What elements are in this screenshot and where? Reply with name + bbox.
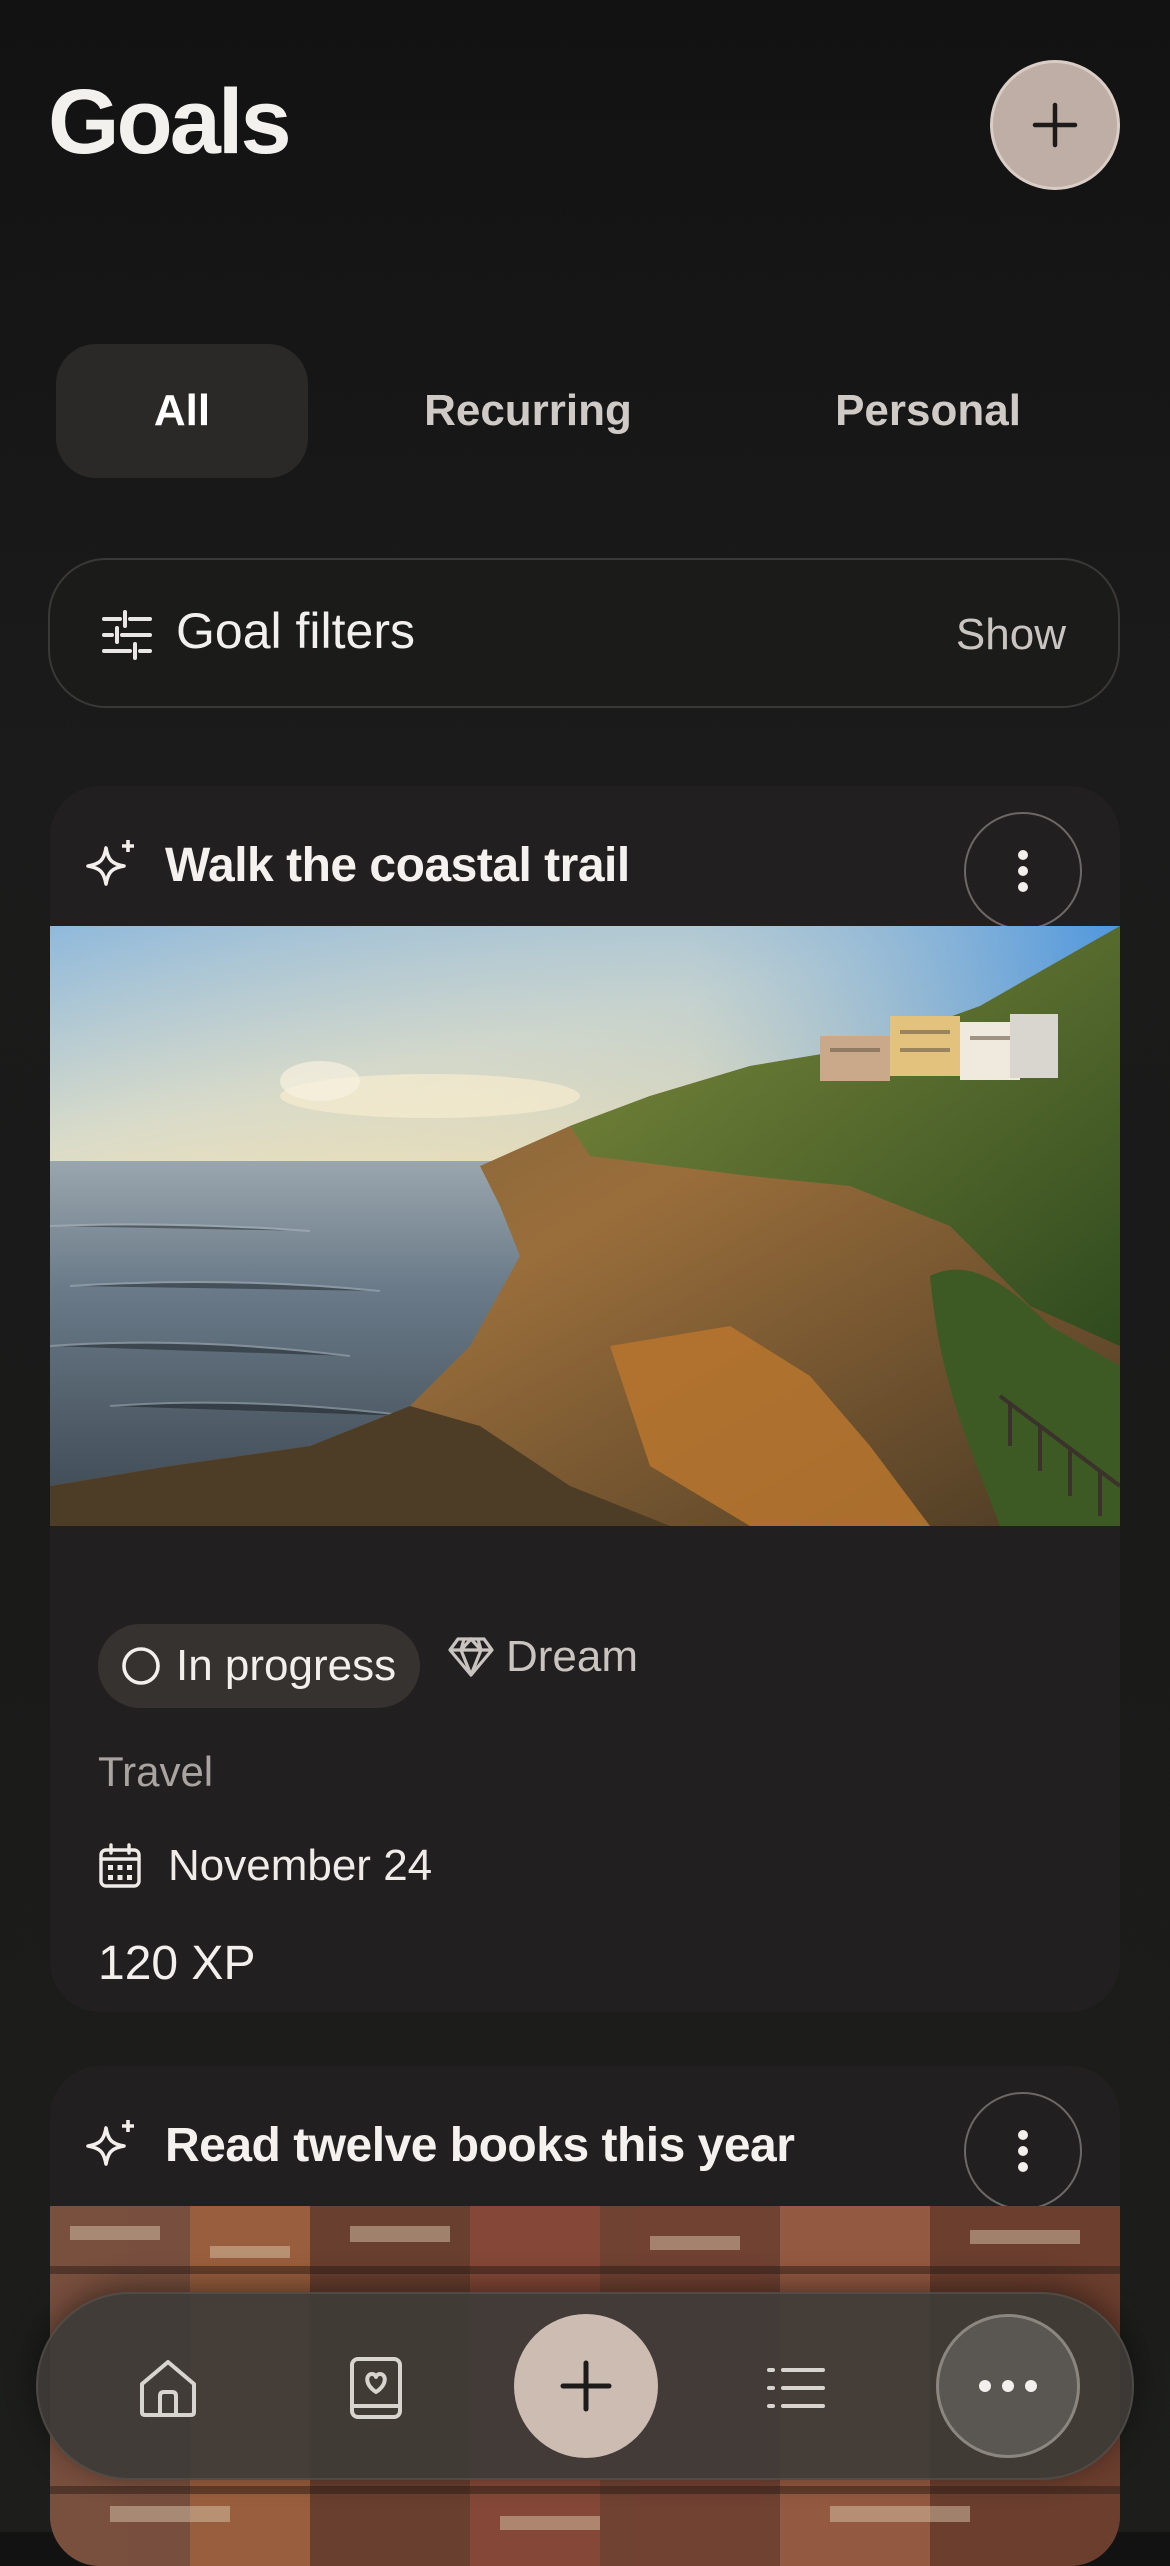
tab-personal[interactable]: Personal <box>756 344 1100 478</box>
tab-recurring[interactable]: Recurring <box>356 344 700 478</box>
plus-icon <box>560 2360 612 2412</box>
goal-options-button[interactable] <box>964 812 1082 930</box>
goal-options-button[interactable] <box>964 2092 1082 2210</box>
goal-filters-label: Goal filters <box>176 603 415 659</box>
sparkle-icon <box>86 840 134 886</box>
more-icon <box>979 2380 1037 2392</box>
goal-card[interactable]: Walk the coastal trail In progress Dream… <box>50 786 1120 2012</box>
circle-outline-icon <box>122 1647 160 1685</box>
tier-badge: Dream <box>448 1632 638 1682</box>
goal-xp: 120 XP <box>98 1937 256 1990</box>
coastal-cliff-photo <box>50 926 1120 1526</box>
home-icon <box>140 2360 196 2417</box>
add-goal-button[interactable] <box>990 60 1120 190</box>
tab-all[interactable]: All <box>56 344 308 478</box>
list-icon <box>767 2368 825 2408</box>
nav-add-button[interactable] <box>514 2314 658 2458</box>
nav-journal[interactable] <box>326 2338 426 2438</box>
show-filters-link[interactable]: Show <box>956 610 1066 660</box>
bottom-nav-bar <box>36 2292 1134 2480</box>
goal-date-label: November 24 <box>168 1841 433 1890</box>
goal-image <box>50 926 1120 1526</box>
calendar-icon <box>99 1843 141 1888</box>
nav-list[interactable] <box>746 2338 846 2438</box>
nav-home[interactable] <box>118 2338 218 2438</box>
status-badge: In progress <box>98 1624 421 1708</box>
goal-title: Walk the coastal trail <box>165 839 630 892</box>
diamond-icon <box>448 1637 494 1677</box>
goal-title: Read twelve books this year <box>165 2119 795 2172</box>
vertical-dots-icon <box>1018 850 1028 892</box>
sparkle-icon <box>86 2120 134 2166</box>
goal-filters-bar[interactable]: Goal filters Show <box>48 558 1120 708</box>
goal-tabs: All Recurring Personal <box>56 344 1120 478</box>
journal-icon <box>350 2357 402 2419</box>
plus-icon <box>1032 102 1078 148</box>
page-title: Goals <box>48 71 292 173</box>
tier-label: Dream <box>506 1632 639 1681</box>
goal-date: November 24 <box>98 1841 432 1891</box>
status-label: In progress <box>176 1641 397 1690</box>
goal-category: Travel <box>98 1748 214 1795</box>
sliders-icon <box>102 610 152 660</box>
vertical-dots-icon <box>1018 2130 1028 2172</box>
nav-more-button[interactable] <box>936 2314 1080 2458</box>
